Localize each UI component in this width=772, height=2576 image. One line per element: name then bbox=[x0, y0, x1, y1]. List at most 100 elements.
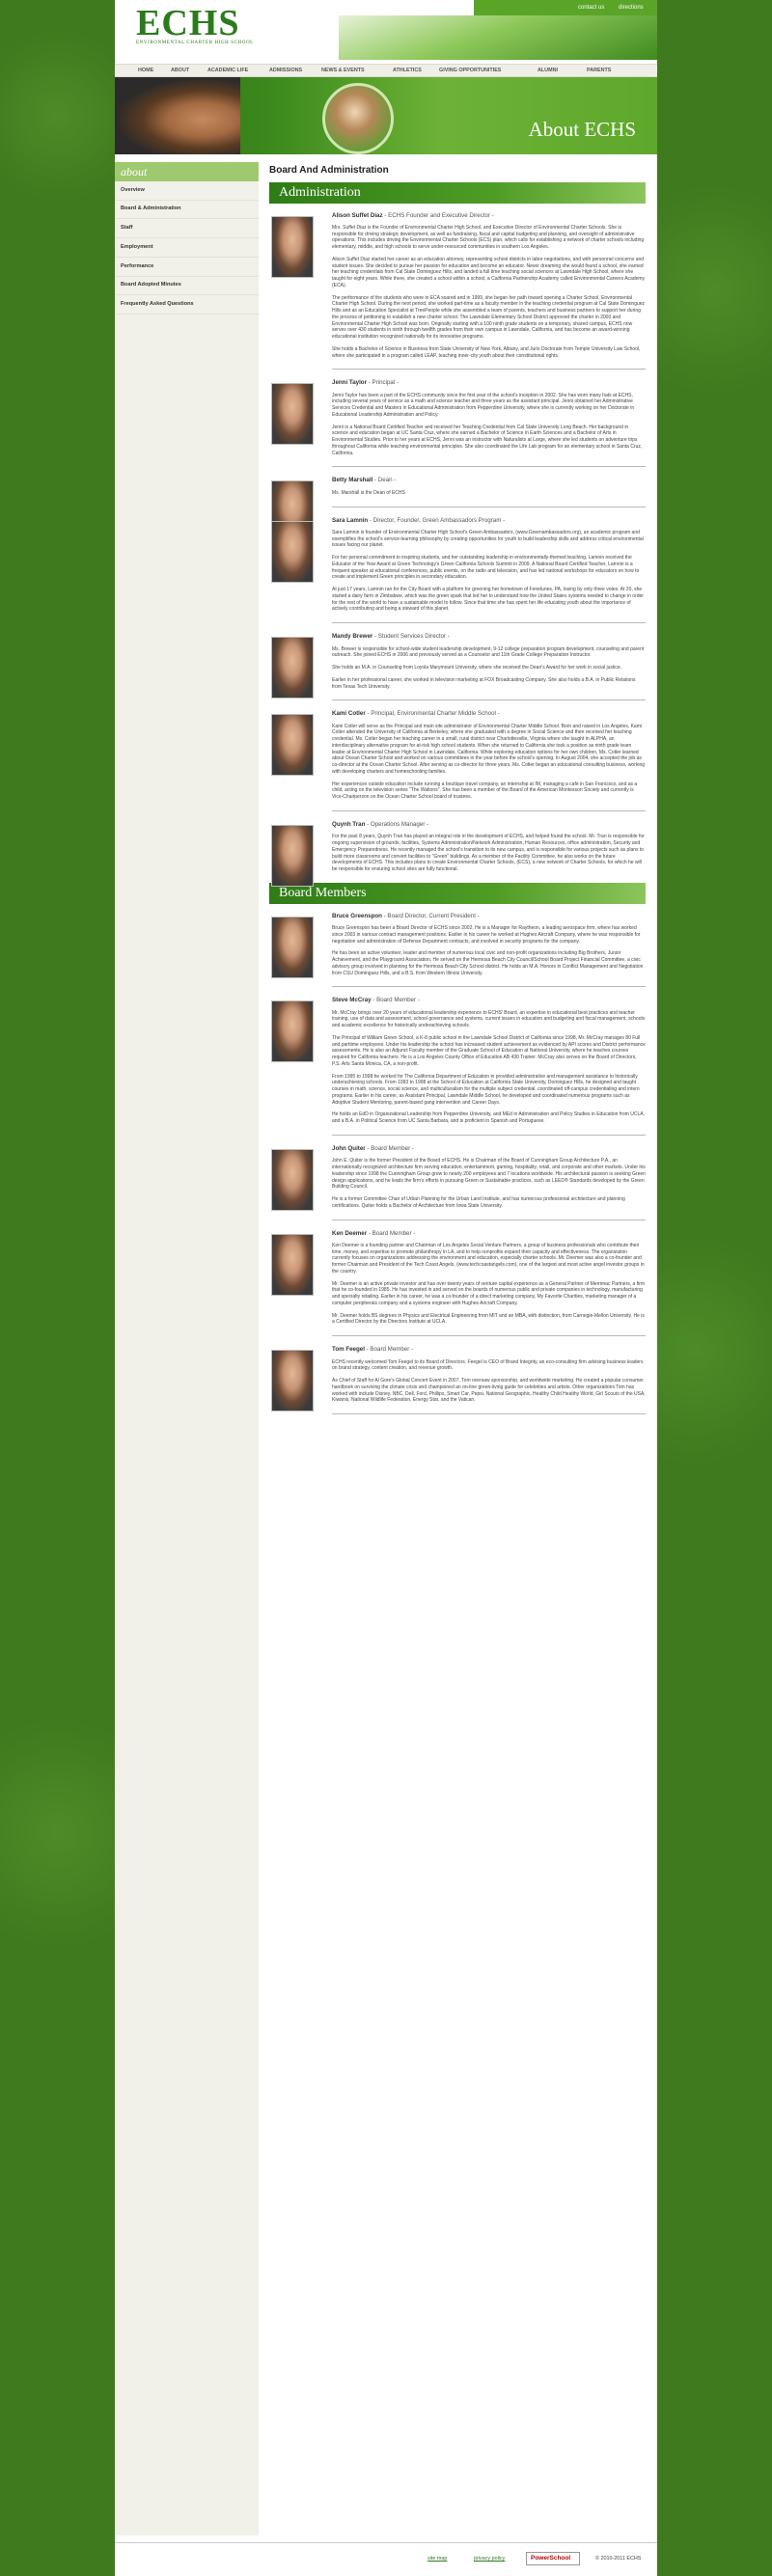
profile-photo bbox=[271, 1233, 314, 1296]
nav-home[interactable]: HOME bbox=[138, 68, 153, 74]
profile-name: Jenni Taylor bbox=[332, 379, 367, 387]
nav-about[interactable]: ABOUT bbox=[171, 68, 189, 74]
profile-name-line: Mandy Brewer - Student Services Director… bbox=[332, 633, 646, 641]
profile-name: Sara Lamnin bbox=[332, 516, 369, 524]
profile-bio-paragraph: Earlier in her professional career, she … bbox=[332, 676, 636, 690]
profile-bio-paragraph: Bruce Greenspon has been a Board Directo… bbox=[332, 925, 641, 945]
sidebar-item-performance[interactable]: Performance bbox=[115, 258, 259, 277]
banner-student-photo bbox=[115, 77, 240, 154]
profile-bio-paragraph: Ms. Brewer is responsible for school-wid… bbox=[332, 645, 645, 659]
utility-links: contact us directions bbox=[474, 0, 657, 15]
sections-container: Administration Alison Suffet Diaz - ECHS … bbox=[269, 181, 646, 1415]
profile-bio-paragraph: He holds an EdD in Organizational Leader… bbox=[332, 1111, 645, 1125]
hero-banner: About ECHS bbox=[115, 77, 657, 154]
profile-photo bbox=[271, 916, 314, 978]
profile-photo bbox=[271, 215, 314, 278]
profile-divider bbox=[332, 1134, 646, 1136]
profile-bio-paragraph: Ms. Marshall is the Dean of ECHS bbox=[332, 489, 405, 496]
logo[interactable]: ECHS ENVIRONMENTAL CHARTER HIGH SCHOOL bbox=[136, 3, 254, 47]
profile-role: - Principal - bbox=[368, 379, 400, 387]
section-header: Board Members bbox=[269, 882, 646, 904]
profile-name: Betty Marshall bbox=[332, 477, 373, 484]
profile-name-line: Jenni Taylor - Principal - bbox=[332, 379, 646, 387]
profile-name: Bruce Greenspon bbox=[332, 912, 382, 919]
profile-name: Alison Suffet Diaz bbox=[332, 211, 383, 219]
contact-us-link[interactable]: contact us bbox=[578, 4, 604, 12]
main-nav: HOME ABOUT ACADEMIC LIFE ADMISSIONS NEWS… bbox=[115, 64, 657, 77]
profile-bio-paragraph: For the past 8 years, Quynh Tran has pla… bbox=[332, 834, 645, 873]
profile-bio-paragraph: Ken Deemer is a founding partner and Cha… bbox=[332, 1242, 645, 1274]
sidebar-item-board-administration[interactable]: Board & Administration bbox=[115, 201, 259, 220]
profile-bio-paragraph: He has been an active volunteer, leader … bbox=[332, 950, 644, 976]
profile-role: - Board Member - bbox=[372, 997, 420, 1004]
profile-divider bbox=[332, 1335, 646, 1337]
directions-link[interactable]: directions bbox=[619, 4, 644, 12]
profile-bio-paragraph: She holds a Bachelor of Science in Busin… bbox=[332, 345, 641, 359]
nav-parents[interactable]: PARENTS bbox=[587, 68, 611, 74]
profile-name-line: Bruce Greenspon - Board Director, Curren… bbox=[332, 913, 646, 920]
profile-role: - Operations Manager - bbox=[367, 820, 429, 828]
profile-photo bbox=[271, 714, 314, 777]
profile-bio-paragraph: Jenni is a National Board Certified Teac… bbox=[332, 424, 643, 456]
profile-card: Tom Feegel - Board Member - ECHS recently… bbox=[269, 1346, 646, 1412]
profile-name: Tom Feegel bbox=[332, 1346, 365, 1354]
sidebar-item-employment[interactable]: Employment bbox=[115, 238, 259, 258]
profile-name: Mandy Brewer bbox=[332, 633, 373, 641]
profile-card: John Quiter - Board Member - John E. Quit… bbox=[269, 1145, 646, 1211]
sidebar-item-staff[interactable]: Staff bbox=[115, 219, 259, 239]
profile-photo bbox=[271, 637, 314, 699]
profile-photo bbox=[271, 1000, 314, 1063]
nav-alumni[interactable]: ALUMNI bbox=[538, 68, 558, 74]
profile-divider bbox=[332, 369, 646, 370]
profile-card: Alison Suffet Diaz - ECHS Founder and Ex… bbox=[269, 212, 646, 360]
profile-bio-paragraph: ECHS recently welcomed Tom Feegel to its… bbox=[332, 1358, 644, 1372]
profile-role: - Board Member - bbox=[366, 1346, 414, 1354]
sidebar-item-faq[interactable]: Frequently Asked Questions bbox=[115, 295, 259, 315]
site-footer: site map privacy policy PowerSchool © 20… bbox=[115, 2542, 657, 2576]
profile-divider bbox=[332, 1219, 646, 1220]
profile-bio-paragraph: Kami Cotler will serve as the Principal … bbox=[332, 723, 646, 775]
profile-name: Quynh Tran bbox=[332, 820, 366, 828]
nav-giving-opportunities[interactable]: GIVING OPPORTUNITIES bbox=[439, 68, 501, 74]
profile-photo bbox=[271, 520, 314, 583]
banner-circle-photo bbox=[322, 83, 394, 154]
privacy-policy-link[interactable]: privacy policy bbox=[474, 2556, 505, 2562]
nav-admissions[interactable]: ADMISSIONS bbox=[269, 68, 302, 74]
profile-role: - ECHS Founder and Executive Director - bbox=[384, 211, 494, 219]
profile-name-line: Kami Cotler - Principal, Environmental C… bbox=[332, 710, 646, 718]
profile-divider bbox=[332, 466, 646, 468]
sidebar-item-board-adopted-minutes[interactable]: Board Adopted Minutes bbox=[115, 277, 259, 296]
profile-divider bbox=[332, 809, 646, 811]
logo-mark: ECHS bbox=[136, 3, 240, 43]
profile-name-line: John Quiter - Board Member - bbox=[332, 1145, 646, 1153]
profile-divider bbox=[332, 699, 646, 701]
profile-role: - Student Services Director - bbox=[374, 633, 450, 641]
profile-name: Kami Cotler bbox=[332, 710, 366, 718]
profile-bio-paragraph: As Chief of Staff for Al Gore's Global C… bbox=[332, 1378, 646, 1404]
profile-card: Quynh Tran - Operations Manager - For the… bbox=[269, 820, 646, 887]
profile-name-line: Betty Marshall - Dean - bbox=[332, 477, 646, 484]
profile-photo bbox=[271, 1148, 314, 1211]
profile-name-line: Tom Feegel - Board Member - bbox=[332, 1346, 646, 1354]
profile-name-line: Alison Suffet Diaz - ECHS Founder and Ex… bbox=[332, 212, 646, 220]
profile-bio-paragraph: Mr. Deemer is an active private investor… bbox=[332, 1280, 646, 1306]
nav-academic-life[interactable]: ACADEMIC LIFE bbox=[207, 68, 248, 74]
profile-card: Betty Marshall - Dean - Ms. Marshall is t… bbox=[269, 477, 646, 543]
logo-subtext: ENVIRONMENTAL CHARTER HIGH SCHOOL bbox=[136, 41, 254, 45]
page-title: Board And Administration bbox=[269, 165, 389, 176]
profile-divider bbox=[332, 1413, 646, 1415]
nav-athletics[interactable]: ATHLETICS bbox=[393, 68, 422, 74]
profile-role: - Board Director, Current President - bbox=[383, 912, 480, 919]
section-header: Administration bbox=[269, 181, 646, 204]
banner-title: About ECHS bbox=[528, 118, 636, 141]
powerschool-badge[interactable]: PowerSchool bbox=[526, 2552, 580, 2565]
profile-card: Steve McCray - Board Member - Mr. McCray … bbox=[269, 997, 646, 1125]
profile-bio-paragraph: Her experiences outside education includ… bbox=[332, 781, 638, 801]
profile-bio-paragraph: The performance of the students who were… bbox=[332, 294, 646, 341]
copyright-text: © 2010-2011 ECHS bbox=[595, 2556, 642, 2562]
profile-bio-paragraph: At just 17 years, Lamnin ran for the Cit… bbox=[332, 587, 644, 613]
profile-bio-paragraph: Mr. McCray brings over 20 years of educa… bbox=[332, 1009, 646, 1029]
site-map-link[interactable]: site map bbox=[427, 2556, 447, 2562]
nav-news-events[interactable]: NEWS & EVENTS bbox=[321, 68, 365, 74]
sidebar-item-overview[interactable]: Overview bbox=[115, 181, 259, 201]
